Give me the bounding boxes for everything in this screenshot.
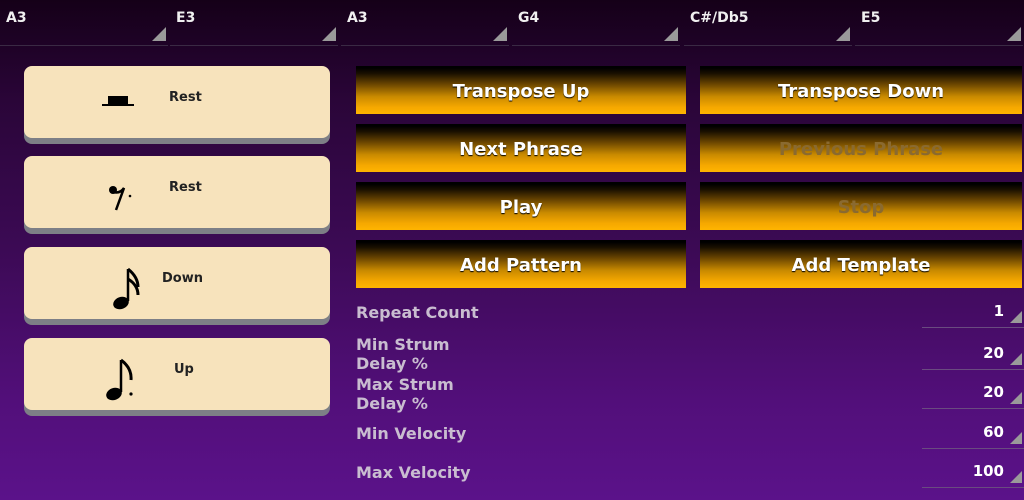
repeat-count-label: Repeat Count	[356, 303, 479, 322]
string-tuning-row: A3 E3 A3 G4 C#/Db5 E5	[0, 0, 1024, 48]
dropdown-arrow-icon	[1007, 27, 1021, 41]
min-strum-delay-spinner[interactable]: 20	[922, 334, 1024, 370]
repeat-count-spinner[interactable]: 1	[922, 292, 1024, 328]
dropdown-arrow-icon	[493, 27, 507, 41]
string-2-spinner[interactable]: E3	[170, 0, 338, 46]
max-strum-delay-value: 20	[983, 383, 1004, 401]
eighth-note-icon	[106, 358, 133, 401]
string-1-spinner[interactable]: A3	[0, 0, 168, 46]
up-strum-label: Up	[174, 362, 194, 377]
previous-phrase-button[interactable]: Previous Phrase	[700, 124, 1022, 172]
eighth-rest-button[interactable]: Rest	[24, 156, 330, 228]
max-strum-delay-spinner[interactable]: 20	[922, 373, 1024, 409]
string-5-spinner[interactable]: C#/Db5	[684, 0, 852, 46]
down-strum-label: Down	[162, 271, 203, 286]
repeat-count-value: 1	[993, 302, 1004, 320]
min-velocity-label: Min Velocity	[356, 424, 467, 443]
dropdown-arrow-icon	[1010, 353, 1022, 365]
dropdown-arrow-icon	[152, 27, 166, 41]
min-strum-delay-label: Min Strum Delay %	[356, 335, 450, 373]
dropdown-arrow-icon	[1010, 311, 1022, 323]
dropdown-arrow-icon	[664, 27, 678, 41]
min-velocity-value: 60	[983, 423, 1004, 441]
max-velocity-label: Max Velocity	[356, 463, 471, 482]
string-1-value: A3	[6, 10, 27, 26]
max-velocity-value: 100	[972, 462, 1004, 480]
max-strum-label-line1: Max Strum	[356, 375, 454, 394]
half-rest-icon	[102, 96, 134, 106]
dropdown-arrow-icon	[1010, 392, 1022, 404]
transpose-down-button[interactable]: Transpose Down	[700, 66, 1022, 114]
string-3-value: A3	[347, 10, 368, 26]
eighth-rest-icon	[109, 186, 132, 211]
string-4-value: G4	[518, 10, 540, 26]
dropdown-arrow-icon	[322, 27, 336, 41]
add-pattern-button[interactable]: Add Pattern	[356, 240, 686, 288]
play-button[interactable]: Play	[356, 182, 686, 230]
max-strum-label-line2: Delay %	[356, 394, 428, 413]
eighth-rest-label: Rest	[169, 180, 202, 195]
dropdown-arrow-icon	[1010, 432, 1022, 444]
down-strum-button[interactable]: Down	[24, 247, 330, 319]
string-3-spinner[interactable]: A3	[341, 0, 509, 46]
string-2-value: E3	[176, 10, 196, 26]
dropdown-arrow-icon	[1010, 471, 1022, 483]
min-strum-label-line2: Delay %	[356, 354, 428, 373]
sixteenth-note-icon	[113, 267, 140, 310]
min-strum-label-line1: Min Strum	[356, 335, 450, 354]
max-velocity-spinner[interactable]: 100	[922, 452, 1024, 488]
next-phrase-button[interactable]: Next Phrase	[356, 124, 686, 172]
dropdown-arrow-icon	[836, 27, 850, 41]
half-rest-button[interactable]: Rest	[24, 66, 330, 138]
transpose-up-button[interactable]: Transpose Up	[356, 66, 686, 114]
up-strum-button[interactable]: Up	[24, 338, 330, 410]
stop-button[interactable]: Stop	[700, 182, 1022, 230]
string-6-value: E5	[861, 10, 881, 26]
min-velocity-spinner[interactable]: 60	[922, 413, 1024, 449]
string-5-value: C#/Db5	[690, 10, 749, 26]
add-template-button[interactable]: Add Template	[700, 240, 1022, 288]
min-strum-delay-value: 20	[983, 344, 1004, 362]
string-4-spinner[interactable]: G4	[512, 0, 680, 46]
string-6-spinner[interactable]: E5	[855, 0, 1023, 46]
half-rest-label: Rest	[169, 90, 202, 105]
max-strum-delay-label: Max Strum Delay %	[356, 375, 454, 413]
